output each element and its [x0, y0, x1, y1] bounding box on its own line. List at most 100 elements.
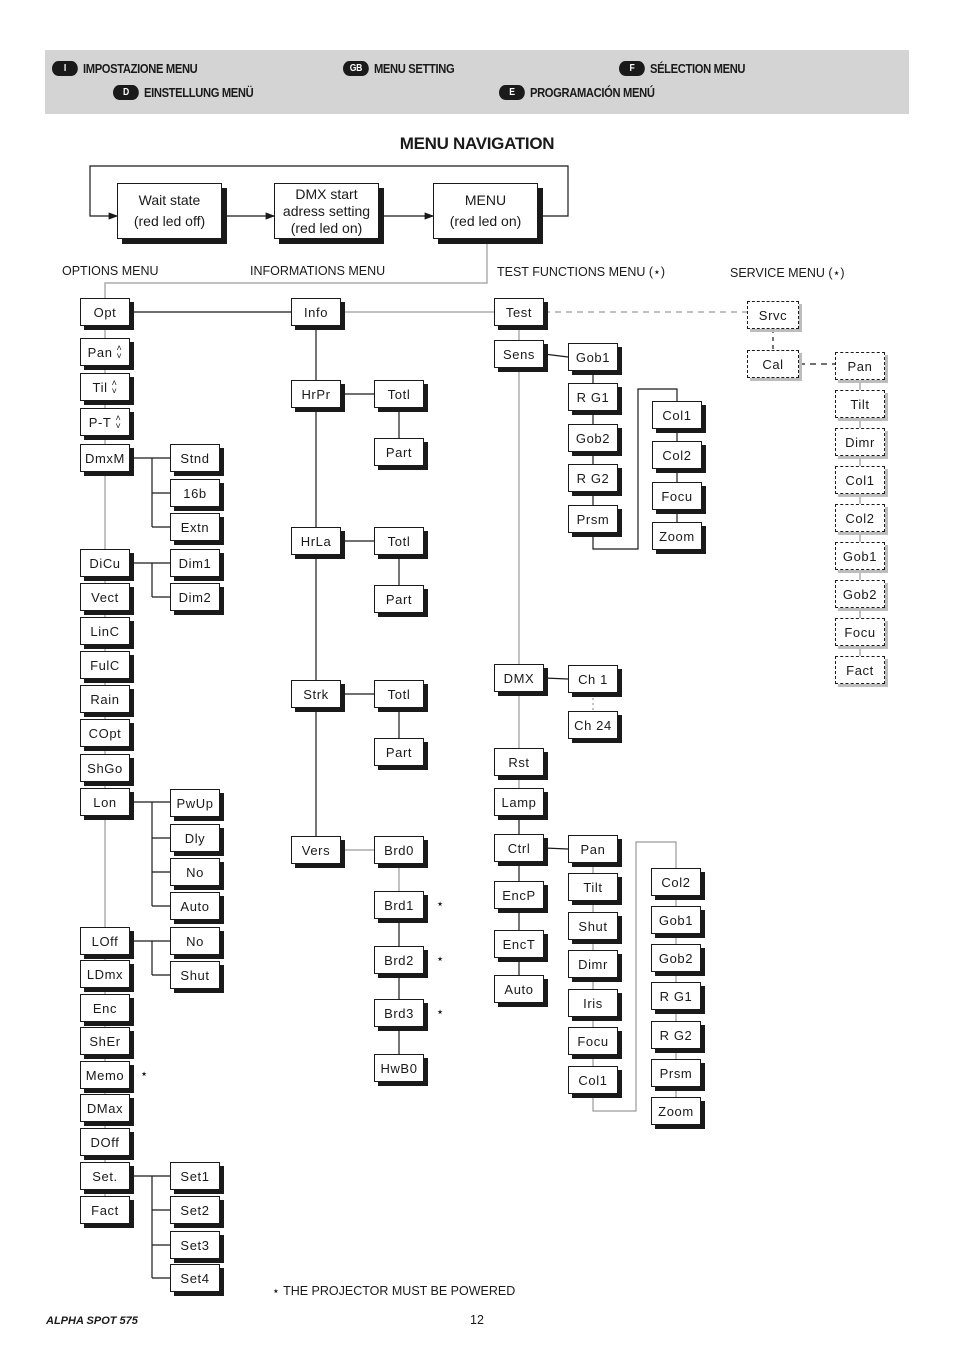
info-hrla-totl[interactable]: Totl: [374, 527, 424, 555]
option-loff-shut[interactable]: Shut: [170, 961, 220, 989]
option-doff[interactable]: DOff: [80, 1128, 130, 1156]
info-strk-part[interactable]: Part: [374, 738, 424, 766]
test-ctrl-zoom-cont[interactable]: Zoom: [651, 1097, 701, 1125]
state-wait[interactable]: Wait state (red led off): [117, 183, 222, 239]
test-ctrl-dimr[interactable]: Dimr: [568, 950, 618, 978]
info-vers-brd0[interactable]: Brd0: [374, 836, 424, 864]
info-strk-totl[interactable]: Totl: [374, 680, 424, 708]
option-loff[interactable]: LOff: [80, 927, 130, 955]
service-cal[interactable]: Cal: [747, 350, 799, 378]
test-dmx-ch24[interactable]: Ch 24: [568, 711, 618, 739]
options-root[interactable]: Opt: [80, 298, 130, 326]
info-vers[interactable]: Vers: [291, 836, 341, 864]
test-ctrl-shut[interactable]: Shut: [568, 912, 618, 940]
option-dmax[interactable]: DMax: [80, 1094, 130, 1122]
option-set-set1[interactable]: Set1: [170, 1162, 220, 1190]
option-fulc[interactable]: FulC: [80, 651, 130, 679]
option-dicu-dim1[interactable]: Dim1: [170, 549, 220, 577]
info-hrpr[interactable]: HrPr: [291, 380, 341, 408]
service-cal-fact[interactable]: Fact: [835, 656, 885, 684]
test-ctrl-tilt[interactable]: Tilt: [568, 873, 618, 901]
test-sens-focu-cont[interactable]: Focu: [652, 482, 702, 510]
option-set-set4[interactable]: Set4: [170, 1264, 220, 1292]
test-lamp[interactable]: Lamp: [494, 788, 544, 816]
service-cal-focu[interactable]: Focu: [835, 618, 885, 646]
test-root[interactable]: Test: [494, 298, 544, 326]
service-cal-gob1[interactable]: Gob1: [835, 542, 885, 570]
option-lon-no[interactable]: No: [170, 858, 220, 886]
state-menu[interactable]: MENU (red led on): [433, 183, 538, 239]
option-pan[interactable]: Pan ˄ ˅: [80, 338, 130, 366]
option-memo[interactable]: Memo: [80, 1061, 130, 1089]
test-enct[interactable]: EncT: [494, 930, 544, 958]
service-cal-dimr[interactable]: Dimr: [835, 428, 885, 456]
service-cal-col1[interactable]: Col1: [835, 466, 885, 494]
test-sens-r-g2[interactable]: R G2: [568, 464, 618, 492]
test-sens-col1-cont[interactable]: Col1: [652, 401, 702, 429]
option-p-t[interactable]: P-T ˄ ˅: [80, 408, 130, 436]
option-set-set3[interactable]: Set3: [170, 1231, 220, 1259]
info-vers-brd3[interactable]: Brd3: [374, 999, 424, 1027]
test-encp[interactable]: EncP: [494, 881, 544, 909]
option-shgo[interactable]: ShGo: [80, 754, 130, 782]
service-cal-tilt[interactable]: Tilt: [835, 390, 885, 418]
option-dmxm-extn[interactable]: Extn: [170, 513, 220, 541]
test-sens-zoom-cont[interactable]: Zoom: [652, 522, 702, 550]
info-hrpr-part[interactable]: Part: [374, 438, 424, 466]
option-til[interactable]: Til ˄ ˅: [80, 373, 130, 401]
option-copt[interactable]: COpt: [80, 719, 130, 747]
service-cal-pan[interactable]: Pan: [835, 352, 885, 380]
option-dmxm[interactable]: DmxM: [80, 444, 130, 472]
option-vect[interactable]: Vect: [80, 583, 130, 611]
info-hrla[interactable]: HrLa: [291, 527, 341, 555]
option-rain[interactable]: Rain: [80, 685, 130, 713]
info-vers-hwb0[interactable]: HwB0: [374, 1054, 424, 1082]
test-sens-gob2[interactable]: Gob2: [568, 424, 618, 452]
option-set[interactable]: Set.: [80, 1162, 130, 1190]
test-sens-r-g1[interactable]: R G1: [568, 383, 618, 411]
option-enc[interactable]: Enc: [80, 994, 130, 1022]
test-ctrl-col2-cont[interactable]: Col2: [651, 868, 701, 896]
test-auto[interactable]: Auto: [494, 975, 544, 1003]
test-ctrl-pan[interactable]: Pan: [568, 835, 618, 863]
test-ctrl-r-g2-cont[interactable]: R G2: [651, 1021, 701, 1049]
test-ctrl-gob2-cont[interactable]: Gob2: [651, 944, 701, 972]
info-hrpr-totl[interactable]: Totl: [374, 380, 424, 408]
info-vers-brd2[interactable]: Brd2: [374, 946, 424, 974]
option-lon-dly[interactable]: Dly: [170, 824, 220, 852]
test-sens-prsm[interactable]: Prsm: [568, 505, 618, 533]
test-dmx-ch1[interactable]: Ch 1: [568, 665, 618, 693]
test-ctrl[interactable]: Ctrl: [494, 834, 544, 862]
test-dmx[interactable]: DMX: [494, 664, 544, 692]
option-lon-pwup[interactable]: PwUp: [170, 789, 220, 817]
test-ctrl-focu[interactable]: Focu: [568, 1027, 618, 1055]
test-sens-col2-cont[interactable]: Col2: [652, 441, 702, 469]
option-dmxm-stnd[interactable]: Stnd: [170, 444, 220, 472]
service-cal-col2[interactable]: Col2: [835, 504, 885, 532]
test-ctrl-col1[interactable]: Col1: [568, 1066, 618, 1094]
option-loff-no[interactable]: No: [170, 927, 220, 955]
option-sher[interactable]: ShEr: [80, 1027, 130, 1055]
option-dmxm-16b[interactable]: 16b: [170, 479, 220, 507]
test-ctrl-r-g1-cont[interactable]: R G1: [651, 982, 701, 1010]
service-root[interactable]: Srvc: [747, 301, 799, 329]
option-lon-auto[interactable]: Auto: [170, 892, 220, 920]
info-root[interactable]: Info: [291, 298, 341, 326]
option-linc[interactable]: LinC: [80, 617, 130, 645]
test-sens-gob1[interactable]: Gob1: [568, 343, 618, 371]
option-fact[interactable]: Fact: [80, 1196, 130, 1224]
test-ctrl-iris[interactable]: Iris: [568, 989, 618, 1017]
info-strk[interactable]: Strk: [291, 680, 341, 708]
option-lon[interactable]: Lon: [80, 788, 130, 816]
state-dmx-address[interactable]: DMX start adress setting (red led on): [274, 183, 379, 239]
test-sens[interactable]: Sens: [494, 340, 544, 368]
option-dicu-dim2[interactable]: Dim2: [170, 583, 220, 611]
test-rst[interactable]: Rst: [494, 748, 544, 776]
option-ldmx[interactable]: LDmx: [80, 960, 130, 988]
option-set-set2[interactable]: Set2: [170, 1196, 220, 1224]
info-hrla-part[interactable]: Part: [374, 585, 424, 613]
service-cal-gob2[interactable]: Gob2: [835, 580, 885, 608]
test-ctrl-prsm-cont[interactable]: Prsm: [651, 1059, 701, 1087]
option-dicu[interactable]: DiCu: [80, 549, 130, 577]
test-ctrl-gob1-cont[interactable]: Gob1: [651, 906, 701, 934]
